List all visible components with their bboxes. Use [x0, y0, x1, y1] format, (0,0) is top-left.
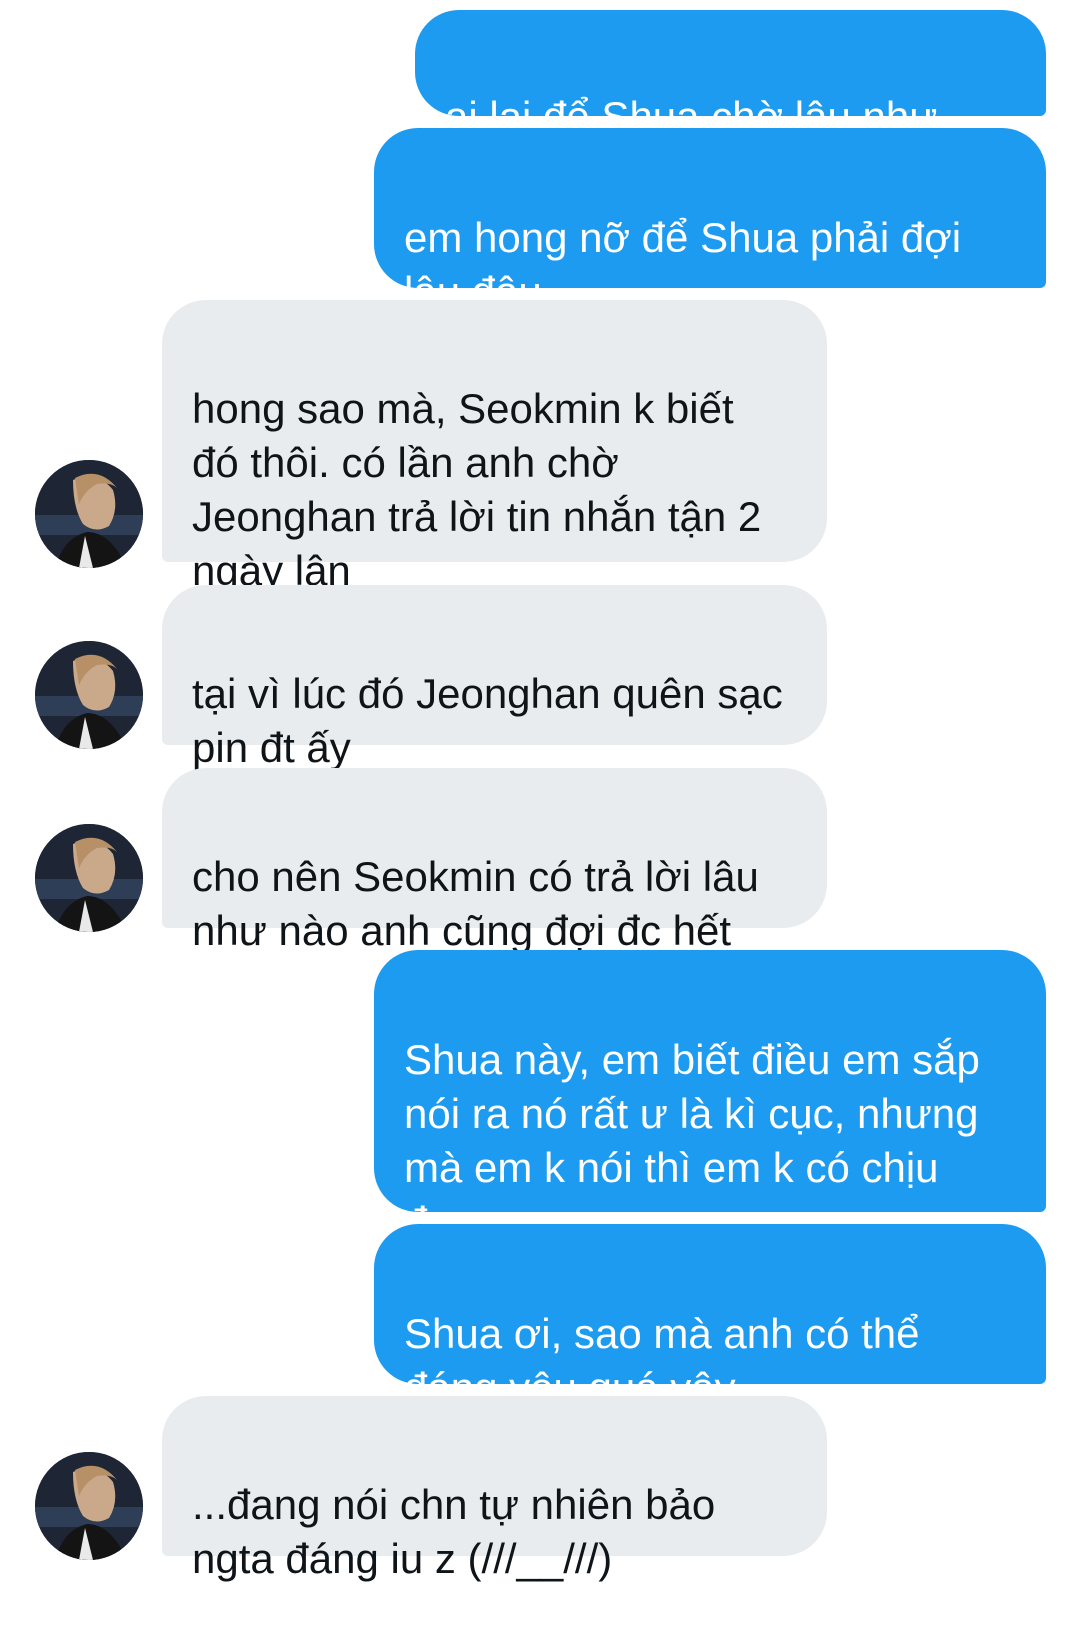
message-text: tại vì lúc đó Jeonghan quên sạc pin đt ấ…: [192, 670, 783, 771]
received-message-bubble[interactable]: ...đang nói chn tự nhiên bảo ngta đáng i…: [162, 1396, 827, 1582]
sent-message-bubble[interactable]: Shua này, em biết điều em sắp nói ra nó …: [374, 950, 1046, 1350]
message-text: cho nên Seokmin có trả lời lâu như nào a…: [192, 853, 759, 954]
avatar[interactable]: [35, 641, 143, 749]
sent-message-bubble[interactable]: em hong nỡ để Shua phải đợi lâu đâu: [374, 128, 1046, 420]
received-message-bubble[interactable]: cho nên Seokmin có trả lời lâu như nào a…: [162, 768, 827, 954]
sent-message-bubble[interactable]: Shua ơi, sao mà anh có thể đáng yêu quá …: [374, 1224, 1046, 1516]
received-message-bubble[interactable]: tại vì lúc đó Jeonghan quên sạc pin đt ấ…: [162, 585, 827, 771]
avatar[interactable]: [35, 1452, 143, 1560]
received-message-bubble[interactable]: hong sao mà, Seokmin k biết đó thôi. có …: [162, 300, 827, 594]
message-text: Shua này, em biết điều em sắp nói ra nó …: [404, 1036, 980, 1245]
message-text: ...đang nói chn tự nhiên bảo ngta đáng i…: [192, 1481, 716, 1582]
avatar[interactable]: [35, 824, 143, 932]
message-text: hong sao mà, Seokmin k biết đó thôi. có …: [192, 385, 762, 594]
sent-message-bubble[interactable]: ai lại để Shua chờ lâu như vậy: [415, 10, 1046, 194]
avatar[interactable]: [35, 460, 143, 568]
